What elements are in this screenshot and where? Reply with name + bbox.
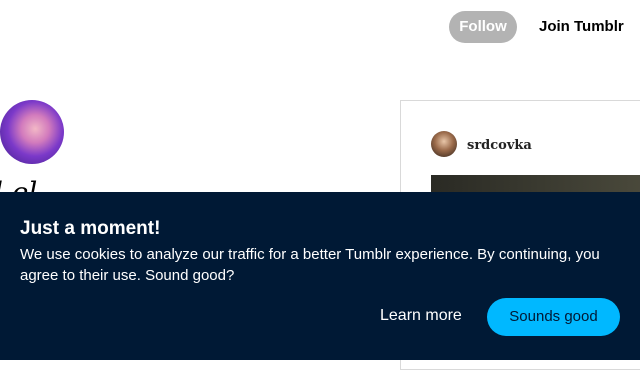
follow-button[interactable]: Follow — [449, 11, 517, 43]
join-tumblr-link[interactable]: Join Tumblr — [539, 18, 624, 35]
post-author-avatar[interactable] — [431, 131, 457, 157]
cookie-consent-banner: Just a moment! We use cookies to analyze… — [0, 192, 640, 360]
cookie-banner-message: We use cookies to analyze our traffic fo… — [20, 246, 600, 284]
learn-more-button[interactable]: Learn more — [380, 307, 462, 325]
sounds-good-button[interactable]: Sounds good — [487, 298, 620, 336]
post-author-name[interactable]: srdcovka — [467, 138, 532, 153]
cookie-banner-title: Just a moment! — [20, 218, 161, 239]
top-header: Follow Join Tumblr — [0, 0, 640, 56]
blog-avatar[interactable] — [0, 100, 64, 164]
